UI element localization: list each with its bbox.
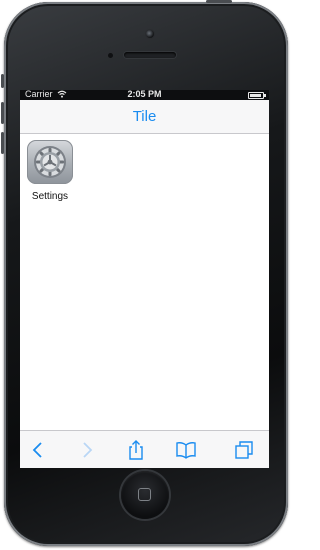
battery-icon [248, 92, 266, 99]
volume-down-button [1, 132, 4, 154]
proximity-sensor [108, 53, 113, 58]
browser-toolbar [20, 430, 269, 468]
battery-fill [250, 94, 261, 97]
back-button[interactable] [27, 439, 49, 461]
tabs-icon [235, 441, 253, 459]
forward-button[interactable] [76, 439, 98, 461]
nav-title: Tile [132, 108, 157, 125]
sleep-wake-button [206, 0, 232, 3]
tile-grid: Settings [20, 134, 269, 424]
home-square-icon [138, 488, 151, 501]
front-camera [146, 30, 154, 38]
earpiece-speaker [124, 52, 176, 58]
mute-switch [1, 74, 4, 88]
chevron-right-icon [83, 442, 93, 458]
book-icon [176, 442, 196, 459]
navigation-bar: Tile [20, 100, 269, 134]
volume-up-button [1, 102, 4, 124]
bookmarks-button[interactable] [175, 439, 197, 461]
share-icon [129, 440, 143, 460]
tile-settings[interactable]: Settings [26, 140, 74, 202]
share-button[interactable] [125, 439, 147, 461]
screen: Carrier 2:05 PM Tile Settings [20, 90, 269, 468]
tile-label: Settings [31, 191, 69, 202]
status-bar: Carrier 2:05 PM [20, 90, 269, 100]
settings-gear-icon [27, 140, 73, 184]
status-time: 2:05 PM [127, 90, 162, 99]
home-button[interactable] [121, 471, 169, 519]
iphone-frame: Carrier 2:05 PM Tile Settings [1, 0, 288, 546]
chevron-left-icon [32, 442, 42, 458]
tabs-button[interactable] [233, 439, 255, 461]
